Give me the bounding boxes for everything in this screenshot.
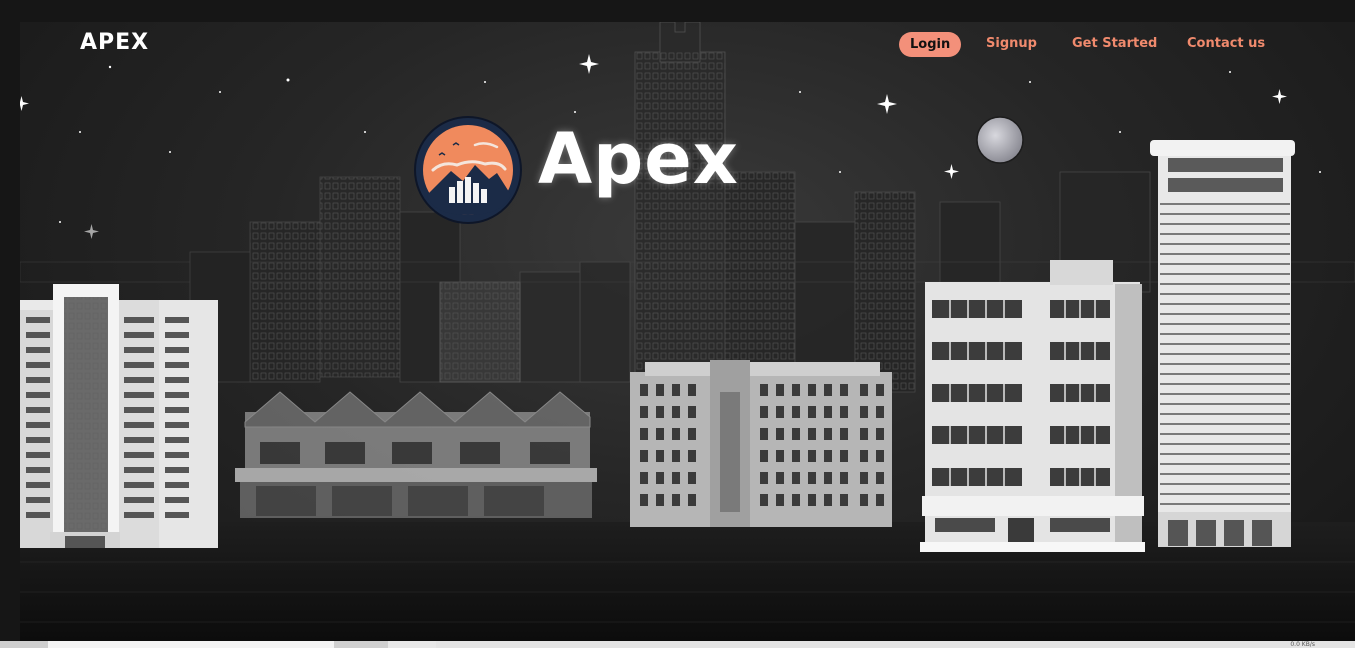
nav-signup-link[interactable]: Signup <box>986 32 1037 56</box>
building-left-tower <box>20 284 218 548</box>
hero-title: Apex <box>538 118 739 200</box>
brand-logo[interactable]: APEX <box>80 30 149 55</box>
moon <box>976 116 1024 164</box>
building-mid-apartment <box>630 360 892 527</box>
nav-login-button[interactable]: Login <box>899 32 962 57</box>
network-speed-text: 0.0 KB/s <box>1290 641 1315 648</box>
city-skyline-illustration <box>20 22 1355 641</box>
status-bar-segment <box>388 641 436 648</box>
browser-status-bar: 0.0 KB/s <box>0 641 1355 648</box>
status-bar-segment <box>334 641 388 648</box>
ground <box>20 522 1355 641</box>
nav-get-started-link[interactable]: Get Started <box>1072 32 1157 56</box>
building-row-houses <box>235 391 597 518</box>
nav-contact-us-link[interactable]: Contact us <box>1187 32 1265 56</box>
background-skyline <box>20 22 1355 393</box>
hero-section: Apex APEX Login Signup Get Started Conta… <box>20 22 1355 641</box>
mountain-sunset-logo-icon <box>414 116 522 224</box>
status-bar-segment <box>0 641 48 648</box>
building-white-office <box>920 260 1145 552</box>
status-bar-segment <box>48 641 334 648</box>
building-round-tower <box>1150 140 1295 547</box>
